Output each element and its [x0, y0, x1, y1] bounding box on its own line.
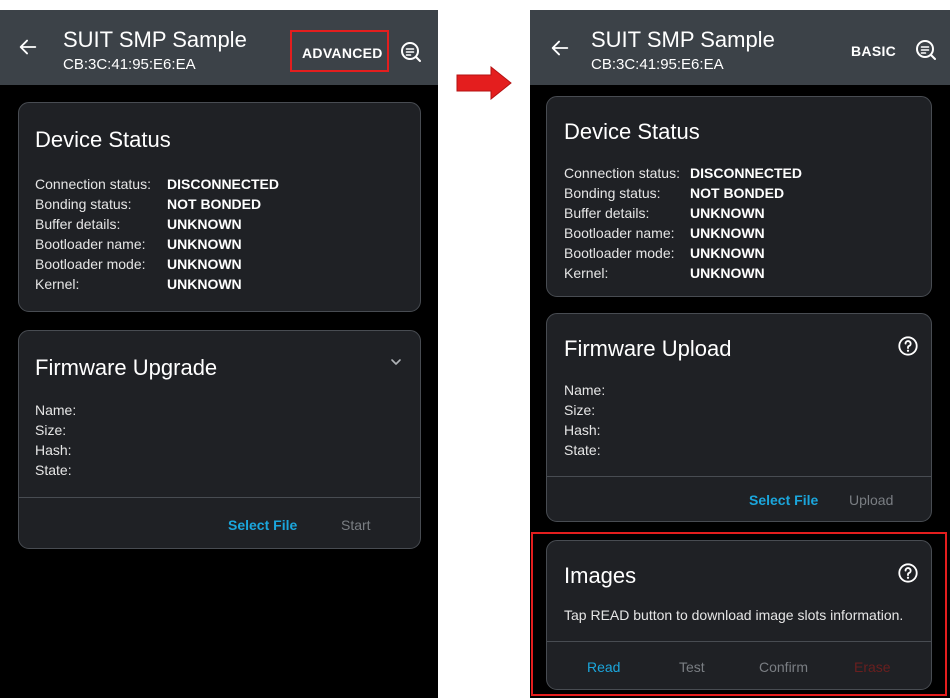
firmware-upload-card: Firmware Upload Name: Size: Hash: State:… — [546, 313, 932, 522]
advanced-highlight-box — [290, 30, 389, 72]
bootloader-mode-label: Bootloader mode: — [35, 256, 146, 272]
phone-screen-basic: SUIT SMP Sample CB:3C:41:95:E6:EA ADVANC… — [0, 10, 438, 698]
start-button[interactable]: Start — [341, 517, 371, 533]
connection-status-value: DISCONNECTED — [690, 165, 803, 181]
kernel-label: Kernel: — [35, 276, 80, 292]
app-bar: SUIT SMP Sample CB:3C:41:95:E6:EA BASIC — [530, 10, 950, 85]
chevron-down-icon[interactable] — [388, 354, 404, 370]
kernel-label: Kernel: — [564, 265, 609, 281]
bootloader-mode-value: UNKNOWN — [690, 245, 765, 261]
connection-status-value: DISCONNECTED — [167, 176, 280, 192]
log-search-icon[interactable] — [914, 38, 938, 62]
device-status-card: Device Status Connection status: DISCONN… — [18, 102, 421, 312]
bootloader-name-label: Bootloader name: — [35, 236, 146, 252]
right-arrow-icon — [456, 66, 512, 100]
bootloader-name-label: Bootloader name: — [564, 225, 675, 241]
card-divider — [547, 476, 931, 477]
log-search-icon[interactable] — [399, 40, 423, 64]
device-status-title: Device Status — [35, 127, 171, 152]
connection-status-label: Connection status: — [564, 165, 680, 181]
bonding-status-label: Bonding status: — [35, 196, 132, 212]
back-arrow-icon[interactable] — [549, 37, 571, 59]
buffer-details-value: UNKNOWN — [167, 216, 242, 232]
buffer-details-label: Buffer details: — [564, 205, 650, 221]
firmware-state-label: State: — [564, 442, 601, 458]
bonding-status-value: NOT BONDED — [167, 196, 262, 212]
firmware-name-label: Name: — [35, 402, 77, 418]
buffer-details-label: Buffer details: — [35, 216, 121, 232]
buffer-details-value: UNKNOWN — [690, 205, 765, 221]
bonding-status-label: Bonding status: — [564, 185, 661, 201]
device-status-title: Device Status — [564, 119, 700, 144]
help-circle-icon[interactable] — [897, 335, 919, 357]
app-title: SUIT SMP Sample — [591, 27, 775, 52]
card-divider — [19, 497, 420, 498]
firmware-state-label: State: — [35, 462, 72, 478]
images-highlight-box — [531, 532, 947, 696]
firmware-name-label: Name: — [564, 382, 606, 398]
select-file-button[interactable]: Select File — [749, 492, 818, 508]
bootloader-mode-label: Bootloader mode: — [564, 245, 675, 261]
bootloader-mode-value: UNKNOWN — [167, 256, 242, 272]
back-arrow-icon[interactable] — [17, 36, 39, 58]
device-address: CB:3C:41:95:E6:EA — [591, 56, 724, 73]
bootloader-name-value: UNKNOWN — [690, 225, 765, 241]
basic-button[interactable]: BASIC — [851, 43, 896, 59]
upload-button[interactable]: Upload — [849, 492, 893, 508]
firmware-hash-label: Hash: — [35, 442, 72, 458]
kernel-value: UNKNOWN — [167, 276, 242, 292]
select-file-button[interactable]: Select File — [228, 517, 297, 533]
kernel-value: UNKNOWN — [690, 265, 765, 281]
firmware-size-label: Size: — [35, 422, 67, 438]
firmware-upgrade-card: Firmware Upgrade Name: Size: Hash: State… — [18, 330, 421, 549]
firmware-upgrade-title: Firmware Upgrade — [35, 355, 218, 380]
device-status-card: Device Status Connection status: DISCONN… — [546, 96, 932, 297]
bootloader-name-value: UNKNOWN — [167, 236, 242, 252]
firmware-hash-label: Hash: — [564, 422, 601, 438]
connection-status-label: Connection status: — [35, 176, 151, 192]
firmware-upload-title: Firmware Upload — [564, 336, 732, 361]
bonding-status-value: NOT BONDED — [690, 185, 785, 201]
firmware-size-label: Size: — [564, 402, 596, 418]
device-address: CB:3C:41:95:E6:EA — [63, 56, 196, 73]
app-title: SUIT SMP Sample — [63, 27, 247, 52]
